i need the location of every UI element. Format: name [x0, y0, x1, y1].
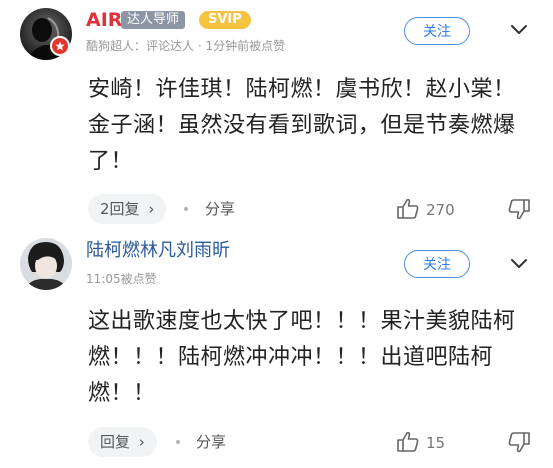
separator-dot: [176, 440, 180, 444]
reply-label: 回复: [100, 433, 131, 451]
separator-dot: [184, 207, 188, 211]
thumb-down-icon[interactable]: [507, 198, 531, 220]
reply-label: 2回复: [100, 200, 140, 218]
talent-badge: 达人导师: [121, 11, 186, 29]
follow-button[interactable]: 关注: [404, 17, 470, 45]
share-button[interactable]: 分享: [205, 199, 235, 219]
thumb-down-icon[interactable]: [507, 431, 531, 453]
thumb-up-icon[interactable]: [396, 198, 420, 220]
comment-text: 这出歌速度也太快了吧！！！果汁美貌陆柯燃！！！陆柯燃冲冲冲！！！出道吧陆柯燃！！: [88, 309, 516, 406]
thumb-up-icon[interactable]: [396, 431, 420, 453]
comment-meta: 酷狗超人：评论达人 · 1分钟前被点赞: [86, 39, 286, 53]
more-icon[interactable]: [509, 20, 529, 40]
svip-badge: SVIP: [199, 11, 251, 29]
share-button[interactable]: 分享: [196, 432, 226, 452]
username[interactable]: 陆柯燃林凡刘雨昕: [86, 240, 230, 262]
username[interactable]: AIR: [86, 9, 122, 31]
like-count: 270: [426, 201, 455, 219]
reply-button[interactable]: 2回复 ›: [88, 194, 167, 224]
more-icon[interactable]: [509, 254, 529, 274]
reply-button[interactable]: 回复 ›: [88, 427, 157, 457]
comment-meta: 11:05被点赞: [86, 272, 157, 286]
chevron-right-icon: ›: [148, 200, 155, 218]
chevron-right-icon: ›: [138, 433, 145, 451]
comment-text: 安崎！许佳琪！陆柯燃！虞书欣！赵小棠！金子涵！虽然没有看到歌词，但是节奏燃爆了！: [88, 77, 516, 174]
vip-star-icon: [50, 36, 70, 56]
follow-button[interactable]: 关注: [404, 250, 470, 278]
like-count: 15: [426, 434, 446, 452]
comment-list: AIR 达人导师 SVIP 酷狗超人：评论达人 · 1分钟前被点赞 关注 安崎！…: [0, 0, 553, 468]
avatar[interactable]: [20, 238, 72, 290]
